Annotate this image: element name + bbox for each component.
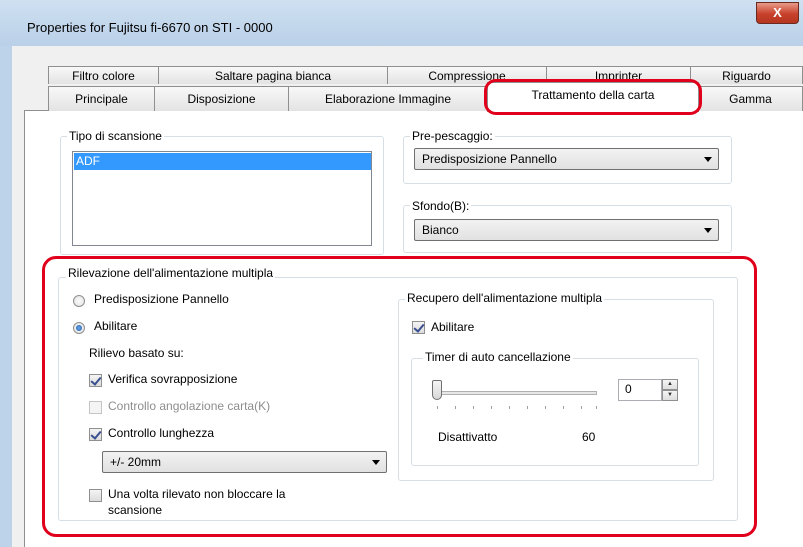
- tab-elaborazione-immagine[interactable]: Elaborazione Immagine: [288, 86, 488, 111]
- tab-riguardo[interactable]: Riguardo: [690, 66, 803, 84]
- background-select[interactable]: Bianco: [414, 219, 719, 241]
- background-label: Sfondo(B):: [410, 199, 472, 213]
- tab-saltare-pagina-bianca[interactable]: Saltare pagina bianca: [158, 66, 388, 84]
- tab-gamma[interactable]: Gamma: [698, 86, 803, 111]
- chevron-down-icon: [704, 228, 712, 233]
- scan-type-label: Tipo di scansione: [67, 129, 164, 143]
- section-highlight: [42, 256, 757, 537]
- prepick-select[interactable]: Predisposizione Pannello: [414, 148, 719, 170]
- chevron-down-icon: [704, 157, 712, 162]
- prepick-value: Predisposizione Pannello: [422, 152, 557, 166]
- window-title: Properties for Fujitsu fi-6670 on STI - …: [27, 20, 273, 35]
- tab-highlight: [484, 79, 702, 115]
- close-button[interactable]: X: [756, 2, 799, 24]
- prepick-label: Pre-pescaggio:: [410, 129, 495, 143]
- close-icon: X: [773, 5, 782, 20]
- tab-disposizione[interactable]: Disposizione: [154, 86, 289, 111]
- scan-type-selected-item[interactable]: ADF: [74, 153, 371, 170]
- background-value: Bianco: [422, 223, 459, 237]
- tab-filtro-colore[interactable]: Filtro colore: [48, 66, 159, 84]
- tab-principale[interactable]: Principale: [48, 86, 155, 111]
